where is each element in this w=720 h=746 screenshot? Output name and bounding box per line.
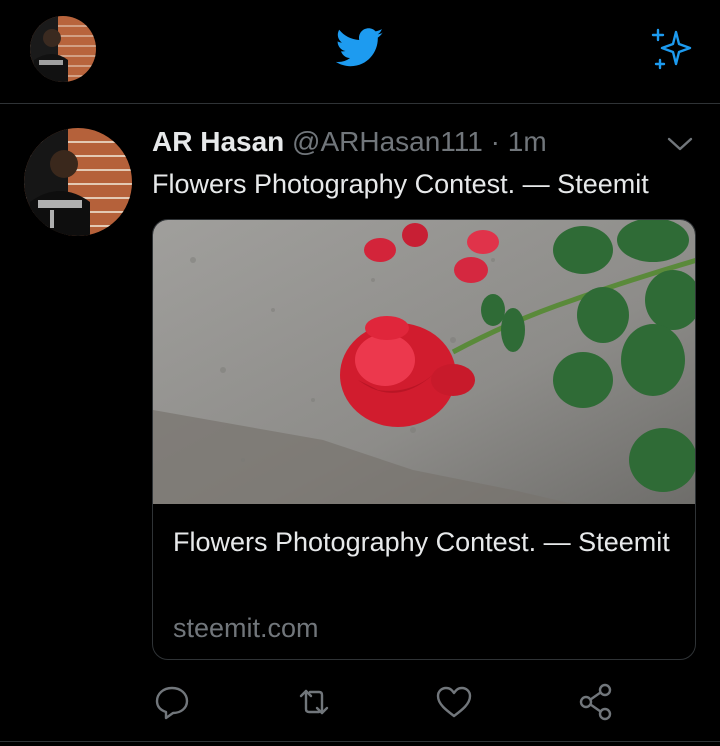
twitter-bird-icon[interactable] xyxy=(335,28,384,68)
tweet-time[interactable]: 1m xyxy=(508,126,547,157)
link-card[interactable]: Flowers Photography Contest. — Steemit s… xyxy=(152,219,696,660)
retweet-icon[interactable] xyxy=(292,680,336,724)
chevron-down-icon[interactable] xyxy=(666,134,694,154)
tweet-actions xyxy=(0,680,720,724)
card-title: Flowers Photography Contest. — Steemit xyxy=(173,527,670,557)
author-name[interactable]: AR Hasan xyxy=(152,126,284,157)
tweet-author-avatar[interactable] xyxy=(24,128,132,236)
sparkle-icon[interactable] xyxy=(648,24,696,72)
author-handle[interactable]: @ARHasan111 xyxy=(292,126,483,157)
divider xyxy=(0,741,720,742)
tweet-text: Flowers Photography Contest. — Steemit xyxy=(152,169,649,199)
top-bar xyxy=(0,0,720,104)
card-domain: steemit.com xyxy=(173,613,319,643)
share-icon[interactable] xyxy=(574,680,618,724)
reply-icon[interactable] xyxy=(150,680,194,724)
separator: · xyxy=(482,126,508,157)
like-icon[interactable] xyxy=(432,680,476,724)
card-image xyxy=(153,220,695,504)
profile-avatar[interactable] xyxy=(30,16,96,82)
tweet-header: AR Hasan @ARHasan111 · 1m xyxy=(152,124,547,160)
